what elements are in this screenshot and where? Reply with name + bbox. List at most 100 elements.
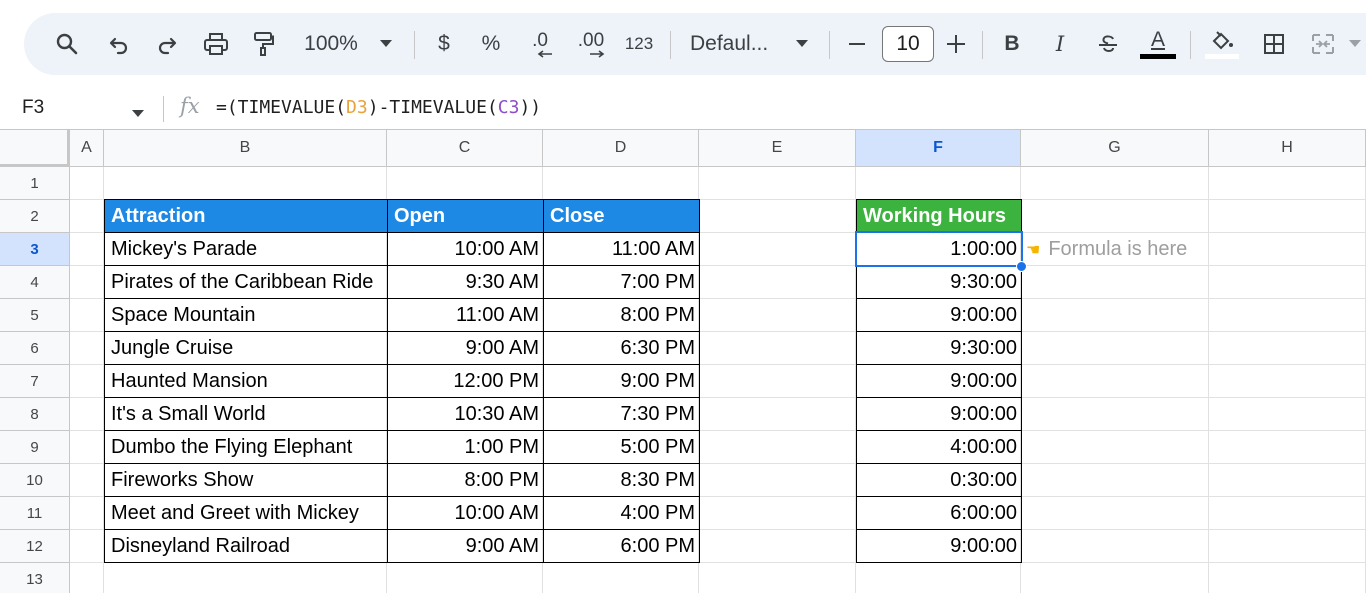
- column-header-f[interactable]: F: [856, 130, 1021, 167]
- formula-note: ☚ Formula is here: [1026, 233, 1187, 266]
- cell-open[interactable]: 10:00 AM: [387, 232, 544, 266]
- cell-attraction[interactable]: Pirates of the Caribbean Ride: [104, 265, 388, 299]
- name-box[interactable]: F3: [22, 97, 44, 119]
- cell-working-hours[interactable]: 9:00:00: [856, 298, 1022, 332]
- search-icon[interactable]: [52, 13, 82, 75]
- chevron-down-icon[interactable]: [376, 13, 396, 75]
- cell-working-hours[interactable]: 1:00:00: [856, 232, 1022, 266]
- cell-working-hours[interactable]: 9:00:00: [856, 397, 1022, 431]
- column-header-b[interactable]: B: [104, 130, 387, 167]
- column-header-g[interactable]: G: [1021, 130, 1209, 167]
- cell-open[interactable]: 8:00 PM: [387, 463, 544, 497]
- number-format-button[interactable]: 123: [622, 13, 656, 75]
- row-header-9[interactable]: 9: [0, 431, 70, 464]
- cell-attraction[interactable]: Mickey's Parade: [104, 232, 388, 266]
- cell-working-hours[interactable]: 9:30:00: [856, 331, 1022, 365]
- cell-attraction[interactable]: Disneyland Railroad: [104, 529, 388, 563]
- cell-attraction[interactable]: Fireworks Show: [104, 463, 388, 497]
- chevron-down-icon[interactable]: [132, 105, 144, 123]
- cell-working-hours[interactable]: 9:00:00: [856, 364, 1022, 398]
- cell-attraction[interactable]: Dumbo the Flying Elephant: [104, 430, 388, 464]
- borders-icon[interactable]: [1260, 13, 1288, 75]
- increase-decimal-button[interactable]: .00: [572, 13, 610, 75]
- cell-working-hours[interactable]: 6:00:00: [856, 496, 1022, 530]
- cell-close[interactable]: 4:00 PM: [543, 496, 700, 530]
- cell-open[interactable]: 9:00 AM: [387, 529, 544, 563]
- cell-close[interactable]: 9:00 PM: [543, 364, 700, 398]
- paint-format-icon[interactable]: [250, 13, 278, 75]
- zoom-select[interactable]: 100%: [300, 13, 362, 75]
- cell-close[interactable]: 6:30 PM: [543, 331, 700, 365]
- currency-button[interactable]: $: [432, 13, 456, 75]
- font-select[interactable]: Defaul...: [690, 13, 780, 75]
- cell-open[interactable]: 11:00 AM: [387, 298, 544, 332]
- header-close[interactable]: Close: [543, 199, 700, 233]
- select-all-corner[interactable]: [0, 130, 70, 167]
- header-open[interactable]: Open: [387, 199, 544, 233]
- text-color-button[interactable]: A: [1140, 13, 1176, 75]
- fill-color-swatch: [1205, 53, 1239, 59]
- row-header-12[interactable]: 12: [0, 530, 70, 563]
- cell-close[interactable]: 5:00 PM: [543, 430, 700, 464]
- column-header-a[interactable]: A: [70, 130, 104, 167]
- cell-attraction[interactable]: Jungle Cruise: [104, 331, 388, 365]
- cell-open[interactable]: 10:00 AM: [387, 496, 544, 530]
- column-header-d[interactable]: D: [543, 130, 699, 167]
- cell-working-hours[interactable]: 4:00:00: [856, 430, 1022, 464]
- row-header-2[interactable]: 2: [0, 200, 70, 233]
- cell-working-hours[interactable]: 0:30:00: [856, 463, 1022, 497]
- chevron-down-icon[interactable]: [792, 13, 812, 75]
- cell-attraction[interactable]: Haunted Mansion: [104, 364, 388, 398]
- row-header-3[interactable]: 3: [0, 233, 70, 266]
- column-header-e[interactable]: E: [699, 130, 856, 167]
- minus-icon[interactable]: [846, 13, 868, 75]
- fill-color-icon[interactable]: [1204, 13, 1240, 75]
- plus-icon[interactable]: [944, 13, 968, 75]
- row-header-13[interactable]: 13: [0, 563, 70, 593]
- strikethrough-icon[interactable]: [1094, 13, 1122, 75]
- merge-cells-icon[interactable]: [1308, 13, 1338, 75]
- cell-close[interactable]: 6:00 PM: [543, 529, 700, 563]
- cell-close[interactable]: 7:00 PM: [543, 265, 700, 299]
- redo-icon[interactable]: [154, 13, 180, 75]
- cell-attraction[interactable]: Meet and Greet with Mickey: [104, 496, 388, 530]
- row-header-8[interactable]: 8: [0, 398, 70, 431]
- undo-icon[interactable]: [106, 13, 132, 75]
- row-header-10[interactable]: 10: [0, 464, 70, 497]
- italic-button[interactable]: I: [1048, 13, 1072, 75]
- row-header-11[interactable]: 11: [0, 497, 70, 530]
- cell-open[interactable]: 10:30 AM: [387, 397, 544, 431]
- column-header-c[interactable]: C: [387, 130, 543, 167]
- cell-open[interactable]: 9:30 AM: [387, 265, 544, 299]
- percent-button[interactable]: %: [478, 13, 504, 75]
- spreadsheet-grid[interactable]: A B C D E F G H 1 2 3 4 5 6 7 8 9 10 11 12 13 Attraction Open C…: [0, 130, 1366, 593]
- font-size-input[interactable]: 10: [882, 26, 934, 62]
- row-header-5[interactable]: 5: [0, 299, 70, 332]
- row-header-6[interactable]: 6: [0, 332, 70, 365]
- cell-close[interactable]: 8:00 PM: [543, 298, 700, 332]
- cell-attraction[interactable]: It's a Small World: [104, 397, 388, 431]
- decrease-decimal-label: .0: [532, 29, 548, 51]
- cell-open[interactable]: 12:00 PM: [387, 364, 544, 398]
- decrease-decimal-button[interactable]: .0: [522, 13, 558, 75]
- cell-working-hours[interactable]: 9:30:00: [856, 265, 1022, 299]
- column-header-h[interactable]: H: [1209, 130, 1366, 167]
- row-header-1[interactable]: 1: [0, 167, 70, 200]
- increase-decimal-label: .00: [577, 29, 605, 51]
- row-header-4[interactable]: 4: [0, 266, 70, 299]
- print-icon[interactable]: [201, 13, 231, 75]
- cell-attraction[interactable]: Space Mountain: [104, 298, 388, 332]
- header-attraction[interactable]: Attraction: [104, 199, 388, 233]
- toolbar-divider: [670, 31, 671, 59]
- cell-close[interactable]: 8:30 PM: [543, 463, 700, 497]
- cell-working-hours[interactable]: 9:00:00: [856, 529, 1022, 563]
- chevron-down-icon[interactable]: [1346, 13, 1364, 75]
- cell-close[interactable]: 7:30 PM: [543, 397, 700, 431]
- header-working-hours[interactable]: Working Hours: [856, 199, 1022, 233]
- cell-open[interactable]: 9:00 AM: [387, 331, 544, 365]
- cell-open[interactable]: 1:00 PM: [387, 430, 544, 464]
- row-header-7[interactable]: 7: [0, 365, 70, 398]
- formula-input[interactable]: =(TIMEVALUE(D3)-TIMEVALUE(C3)): [216, 97, 541, 118]
- cell-close[interactable]: 11:00 AM: [543, 232, 700, 266]
- bold-button[interactable]: B: [1000, 13, 1024, 75]
